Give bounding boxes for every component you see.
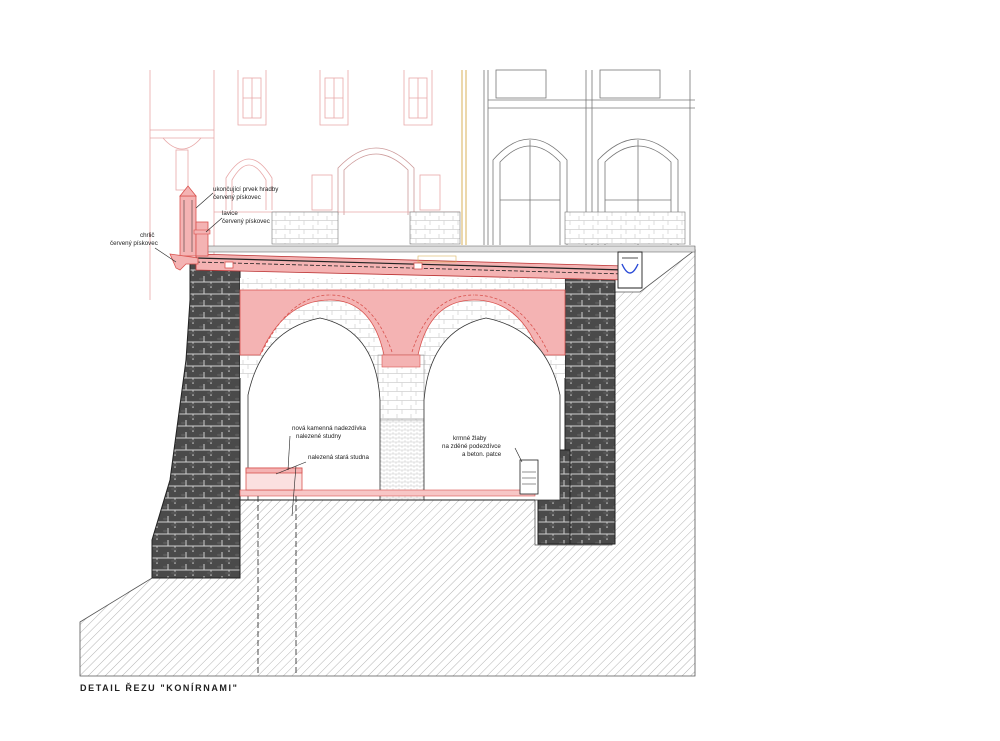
label-coping-1: ukončující prvek hradby [213,186,279,193]
label-bench-2: červený pískovec [222,218,270,225]
vault-structure [239,278,566,501]
right-retaining-wall [564,277,616,545]
label-old-well: nalezená stará studna [308,454,369,461]
label-troughs-1: krmné žlaby [453,435,487,442]
central-brick-pier [377,419,425,501]
label-well-curb-1: nová kamenná nadezdívka [292,425,367,432]
plinth-stonework [271,211,339,245]
label-spout-2: červený pískovec [110,240,158,247]
well-curb [245,467,303,491]
sandstone-bench [193,221,211,257]
left-retaining-wall [151,261,241,579]
label-bench-1: lavice [222,210,238,217]
parapet-coping [179,185,197,257]
label-troughs-3: a beton. patce [462,451,502,458]
upper-window-3 [403,70,433,126]
label-troughs-2: na zděné podezdívce [442,443,501,450]
drainage-channel [617,251,643,289]
upper-window-2 [319,70,349,126]
label-spout-1: chrlič [140,232,154,239]
label-well-curb-2: nalezené studny [296,433,342,440]
upper-window-1 [237,70,267,126]
label-coping-2: červený pískovec [213,194,261,201]
drawing-title: DETAIL ŘEZU "KONÍRNAMI" [80,683,239,693]
feeding-troughs [519,459,539,495]
section-drawing: ukončující prvek hradby červený pískovec… [79,69,696,677]
